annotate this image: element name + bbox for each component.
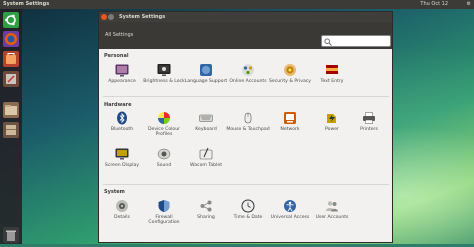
- sharing-item[interactable]: Sharing: [186, 199, 226, 233]
- wacom-tablet-item[interactable]: Wacom Tablet: [186, 147, 226, 181]
- section-title-system: System: [104, 189, 125, 195]
- trash-icon[interactable]: [3, 227, 19, 243]
- printer-icon: [363, 112, 375, 124]
- window-titlebar[interactable]: System Settings: [99, 12, 392, 22]
- system-menu-icon[interactable]: ⚙: [467, 0, 471, 9]
- clock-icon: [241, 199, 255, 213]
- user-accounts-item[interactable]: User Accounts: [312, 199, 352, 233]
- firefox-icon[interactable]: [3, 31, 19, 47]
- firewall-configuration-item[interactable]: Firewall Configuration: [144, 199, 184, 233]
- archive-icon[interactable]: [3, 122, 19, 138]
- launcher: [0, 9, 22, 244]
- language-support-item[interactable]: Language Support: [185, 63, 227, 97]
- language-icon: [200, 64, 212, 76]
- settings-content: Personal Appearance Brightness & Lock La…: [99, 49, 392, 241]
- time-date-item[interactable]: Time & Date: [228, 199, 268, 233]
- tablet-icon: [199, 147, 213, 160]
- files-icon[interactable]: [3, 102, 19, 118]
- appearance-item[interactable]: Appearance: [102, 63, 142, 97]
- screen-display-item[interactable]: Screen Display: [102, 147, 142, 181]
- network-icon: [284, 112, 296, 124]
- section-title-hardware: Hardware: [104, 102, 132, 108]
- settings-launcher-icon[interactable]: [3, 71, 19, 87]
- sharing-icon: [200, 200, 212, 212]
- details-item[interactable]: Details: [102, 199, 142, 233]
- printers-item[interactable]: Printers: [349, 111, 389, 145]
- bluetooth-icon: [117, 111, 127, 125]
- system-settings-window: System Settings All Settings Personal Ap…: [98, 11, 393, 243]
- online-accounts-item[interactable]: Online Accounts: [228, 63, 268, 97]
- online-accounts-icon: [242, 64, 254, 76]
- minimize-icon[interactable]: [108, 14, 114, 20]
- search-icon: [324, 38, 332, 46]
- sound-icon: [157, 148, 171, 160]
- power-icon: [327, 114, 336, 123]
- brightness-icon: [157, 64, 171, 76]
- appearance-icon: [115, 64, 129, 77]
- network-item[interactable]: Network: [270, 111, 310, 145]
- toolbar: All Settings: [99, 22, 392, 49]
- device-colour-profiles-item[interactable]: Device Colour Profiles: [144, 111, 184, 145]
- search-input[interactable]: [321, 35, 391, 47]
- all-settings-button[interactable]: All Settings: [105, 30, 133, 40]
- brightness-lock-item[interactable]: Brightness & Lock: [143, 63, 185, 97]
- panel-clock[interactable]: Thu Oct 12: [420, 0, 448, 9]
- section-divider: [103, 96, 389, 97]
- keyboard-icon: [199, 114, 213, 122]
- universal-access-item[interactable]: Universal Access: [270, 199, 310, 233]
- keyboard-item[interactable]: Keyboard: [186, 111, 226, 145]
- panel-app-title: System Settings: [3, 1, 50, 7]
- security-icon: [284, 64, 296, 76]
- display-icon: [115, 148, 129, 160]
- text-entry-item[interactable]: Text Entry: [312, 63, 352, 97]
- section-title-personal: Personal: [104, 53, 129, 59]
- details-icon: [116, 200, 128, 212]
- sound-item[interactable]: Sound: [144, 147, 184, 181]
- mouse-icon: [244, 112, 252, 124]
- software-center-icon[interactable]: [3, 51, 19, 67]
- keyboard-flag-icon: [326, 65, 338, 74]
- mouse-touchpad-item[interactable]: Mouse & Touchpad: [226, 111, 270, 145]
- security-privacy-item[interactable]: Security & Privacy: [269, 63, 311, 97]
- ubuntu-home-icon[interactable]: [3, 12, 19, 28]
- power-item[interactable]: Power: [312, 111, 352, 145]
- window-title: System Settings: [119, 14, 166, 20]
- color-icon: [158, 112, 170, 124]
- close-icon[interactable]: [101, 14, 107, 20]
- users-icon: [326, 201, 338, 212]
- bluetooth-item[interactable]: Bluetooth: [102, 111, 142, 145]
- firewall-icon: [158, 200, 170, 212]
- top-panel: System Settings Thu Oct 12 ⚙: [0, 0, 474, 9]
- accessibility-icon: [284, 200, 296, 212]
- section-divider: [103, 184, 389, 185]
